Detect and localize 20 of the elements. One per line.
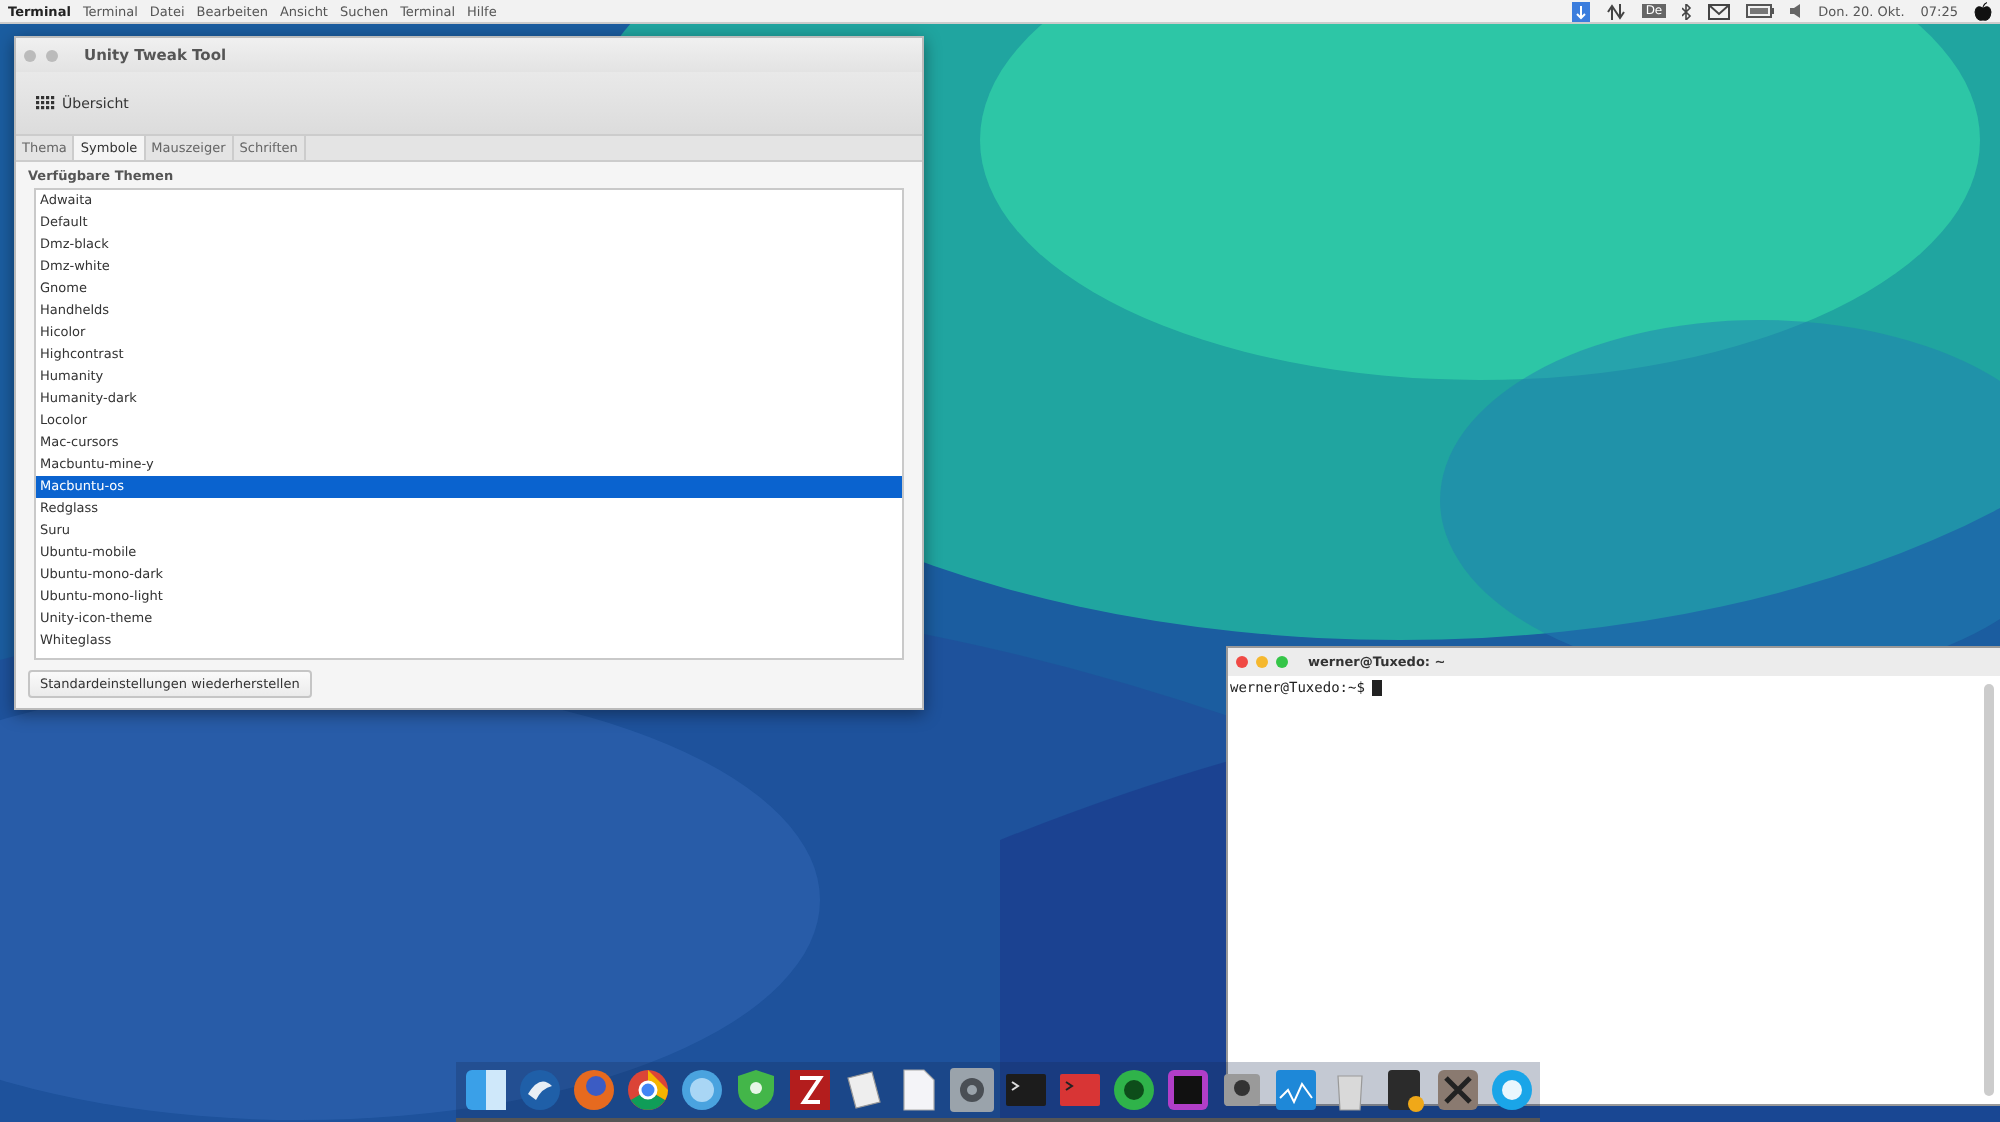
network-icon[interactable] (1605, 3, 1626, 19)
close-button[interactable] (1236, 656, 1248, 668)
scrollbar[interactable] (1984, 684, 1994, 1096)
grid-icon (36, 96, 56, 111)
bluetooth-icon[interactable] (1682, 3, 1693, 19)
browser-icon[interactable] (623, 1066, 671, 1114)
bird-icon[interactable] (515, 1066, 563, 1114)
transfer-icon[interactable] (785, 1066, 833, 1114)
globe-icon[interactable] (677, 1066, 725, 1114)
speaker-icon[interactable] (1790, 4, 1803, 18)
battery-icon[interactable] (1746, 4, 1775, 18)
chat-icon[interactable] (1487, 1066, 1535, 1114)
mail-icon[interactable] (1708, 3, 1731, 19)
apple-icon[interactable] (1974, 1, 1992, 21)
settings-icon[interactable] (947, 1066, 995, 1114)
download-icon[interactable] (1571, 1, 1590, 21)
window-icon[interactable] (461, 1066, 509, 1114)
tools-icon[interactable] (1433, 1066, 1481, 1114)
apps-icon[interactable] (1271, 1066, 1319, 1114)
text-cursor (1372, 680, 1383, 696)
